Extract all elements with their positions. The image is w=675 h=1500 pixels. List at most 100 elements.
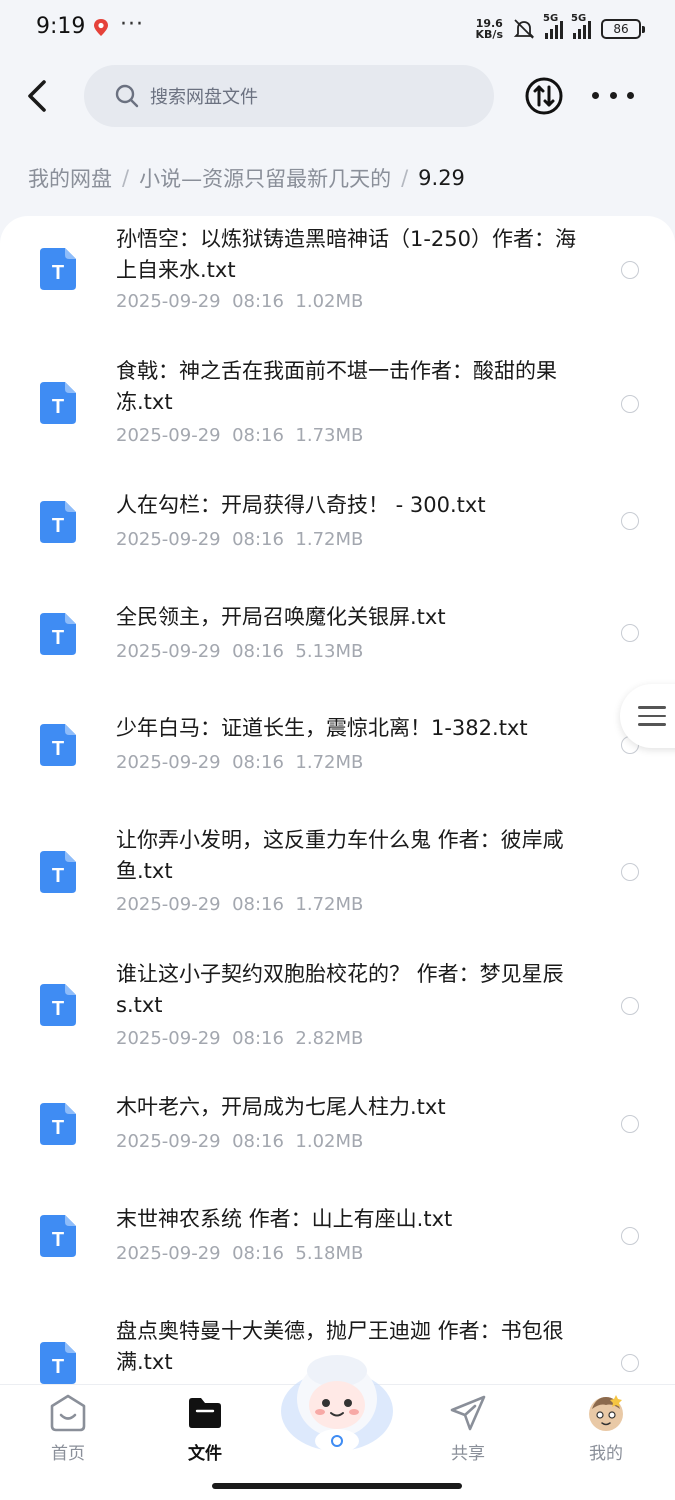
nav-item-profile[interactable]: 我的	[566, 1393, 646, 1464]
file-meta: 2025-09-29 08:16 1.73MB	[116, 425, 363, 446]
file-time: 08:16	[232, 641, 284, 662]
file-name: 木叶老六，开局成为七尾人柱力.txt	[116, 1095, 446, 1119]
file-name: 全民领主，开局召唤魔化关银屏.txt	[116, 605, 446, 629]
breadcrumb-item-root[interactable]: 我的网盘	[28, 163, 112, 193]
home-indicator[interactable]	[212, 1483, 462, 1489]
signal-label-2: 5G	[571, 13, 587, 24]
select-radio[interactable]	[621, 1227, 639, 1245]
share-icon	[450, 1395, 486, 1431]
svg-text:T: T	[52, 865, 64, 887]
signal-icon: 5G	[543, 13, 563, 39]
nav-label: 文件	[188, 1444, 222, 1464]
file-date: 2025-09-29	[116, 641, 221, 662]
file-date: 2025-09-29	[116, 1131, 221, 1152]
file-date: 2025-09-29	[116, 529, 221, 550]
file-name: 让你弄小发明，这反重力车什么鬼 作者：彼岸咸鱼.txt	[116, 828, 564, 883]
breadcrumb-item-current: 9.29	[418, 166, 465, 190]
network-speed-unit: KB/s	[475, 28, 503, 41]
file-time: 08:16	[232, 529, 284, 550]
breadcrumb-separator: /	[401, 166, 409, 190]
nav-item-share[interactable]: 共享	[428, 1393, 508, 1464]
signal-icon: 5G	[571, 13, 591, 39]
battery-icon: 86	[601, 19, 645, 39]
file-time: 08:16	[232, 425, 284, 446]
transfer-icon[interactable]	[524, 76, 564, 116]
file-date: 2025-09-29	[116, 291, 221, 312]
file-name: 孙悟空：以炼狱铸造黑暗神话（1-250）作者：海上自来水.txt	[116, 227, 577, 282]
file-list: T 孙悟空：以炼狱铸造黑暗神话（1-250）作者：海上自来水.txt 2025-…	[0, 216, 675, 1500]
txt-file-icon: T	[40, 501, 76, 543]
select-radio[interactable]	[621, 997, 639, 1015]
file-row[interactable]: T 少年白马：证道长生，震惊北离！1-382.txt 2025-09-29 08…	[0, 702, 675, 792]
file-meta: 2025-09-29 08:16 1.72MB	[116, 529, 363, 550]
file-date: 2025-09-29	[116, 425, 221, 446]
file-size: 2.82MB	[295, 1028, 364, 1049]
select-radio[interactable]	[621, 624, 639, 642]
svg-text:T: T	[52, 627, 64, 649]
select-radio[interactable]	[621, 261, 639, 279]
file-row[interactable]: T 谁让这小子契约双胞胎校花的？ 作者：梦见星辰s.txt 2025-09-29…	[0, 946, 675, 1060]
svg-text:T: T	[52, 1117, 64, 1139]
file-size: 1.02MB	[295, 291, 364, 312]
txt-file-icon: T	[40, 984, 76, 1026]
file-name: 少年白马：证道长生，震惊北离！1-382.txt	[116, 716, 528, 740]
mascot-assistant-icon[interactable]	[278, 1349, 396, 1459]
header: 搜索网盘文件	[0, 58, 675, 138]
txt-file-icon: T	[40, 382, 76, 424]
file-time: 08:16	[232, 291, 284, 312]
file-date: 2025-09-29	[116, 752, 221, 773]
txt-file-icon: T	[40, 724, 76, 766]
file-time: 08:16	[232, 1028, 284, 1049]
file-size: 5.18MB	[295, 1243, 364, 1264]
file-time: 08:16	[232, 752, 284, 773]
file-name: 末世神农系统 作者：山上有座山.txt	[116, 1207, 453, 1231]
search-input[interactable]: 搜索网盘文件	[84, 65, 494, 127]
nav-item-files[interactable]: 文件	[165, 1393, 245, 1464]
file-size: 1.73MB	[295, 425, 364, 446]
file-time: 08:16	[232, 894, 284, 915]
more-options-icon[interactable]	[592, 80, 634, 110]
file-size: 5.13MB	[295, 641, 364, 662]
txt-file-icon: T	[40, 1103, 76, 1145]
file-row[interactable]: T 人在勾栏：开局获得八奇技！ - 300.txt 2025-09-29 08:…	[0, 478, 675, 568]
select-radio[interactable]	[621, 395, 639, 413]
file-row[interactable]: T 食戟：神之舌在我面前不堪一击作者：酸甜的果冻.txt 2025-09-29 …	[0, 340, 675, 454]
side-drawer-handle[interactable]	[620, 684, 675, 748]
file-time: 08:16	[232, 1243, 284, 1264]
file-row[interactable]: T 孙悟空：以炼狱铸造黑暗神话（1-250）作者：海上自来水.txt 2025-…	[0, 216, 675, 330]
select-radio[interactable]	[621, 863, 639, 881]
search-icon	[115, 84, 139, 108]
txt-file-icon: T	[40, 851, 76, 893]
status-time: 9:19	[36, 14, 86, 39]
file-row[interactable]: T 木叶老六，开局成为七尾人柱力.txt 2025-09-29 08:16 1.…	[0, 1090, 675, 1180]
menu-lines-icon	[638, 706, 666, 726]
file-size: 1.72MB	[295, 752, 364, 773]
file-row[interactable]: T 末世神农系统 作者：山上有座山.txt 2025-09-29 08:16 5…	[0, 1202, 675, 1292]
file-date: 2025-09-29	[116, 894, 221, 915]
svg-text:T: T	[52, 1356, 64, 1378]
file-meta: 2025-09-29 08:16 1.02MB	[116, 291, 363, 312]
breadcrumb-separator: /	[122, 166, 130, 190]
file-meta: 2025-09-29 08:16 1.72MB	[116, 752, 363, 773]
file-date: 2025-09-29	[116, 1028, 221, 1049]
profile-avatar-icon	[589, 1395, 623, 1431]
file-size: 1.02MB	[295, 1131, 364, 1152]
file-meta: 2025-09-29 08:16 5.18MB	[116, 1243, 363, 1264]
select-radio[interactable]	[621, 1354, 639, 1372]
txt-file-icon: T	[40, 248, 76, 290]
back-icon[interactable]	[20, 74, 60, 118]
svg-text:T: T	[52, 1229, 64, 1251]
file-size: 1.72MB	[295, 894, 364, 915]
file-name: 食戟：神之舌在我面前不堪一击作者：酸甜的果冻.txt	[116, 359, 557, 414]
select-radio[interactable]	[621, 1115, 639, 1133]
search-placeholder: 搜索网盘文件	[150, 87, 258, 108]
file-row[interactable]: T 全民领主，开局召唤魔化关银屏.txt 2025-09-29 08:16 5.…	[0, 590, 675, 680]
network-speed: 19.6 KB/s	[476, 18, 503, 40]
bottom-nav: 首页 文件 共享 我的	[0, 1355, 675, 1500]
select-radio[interactable]	[621, 512, 639, 530]
nav-item-home[interactable]: 首页	[28, 1393, 108, 1464]
breadcrumb: 我的网盘 / 小说—资源只留最新几天的 / 9.29	[28, 160, 465, 196]
file-row[interactable]: T 让你弄小发明，这反重力车什么鬼 作者：彼岸咸鱼.txt 2025-09-29…	[0, 812, 675, 926]
breadcrumb-item-folder[interactable]: 小说—资源只留最新几天的	[139, 163, 391, 193]
nav-label: 我的	[589, 1444, 623, 1464]
